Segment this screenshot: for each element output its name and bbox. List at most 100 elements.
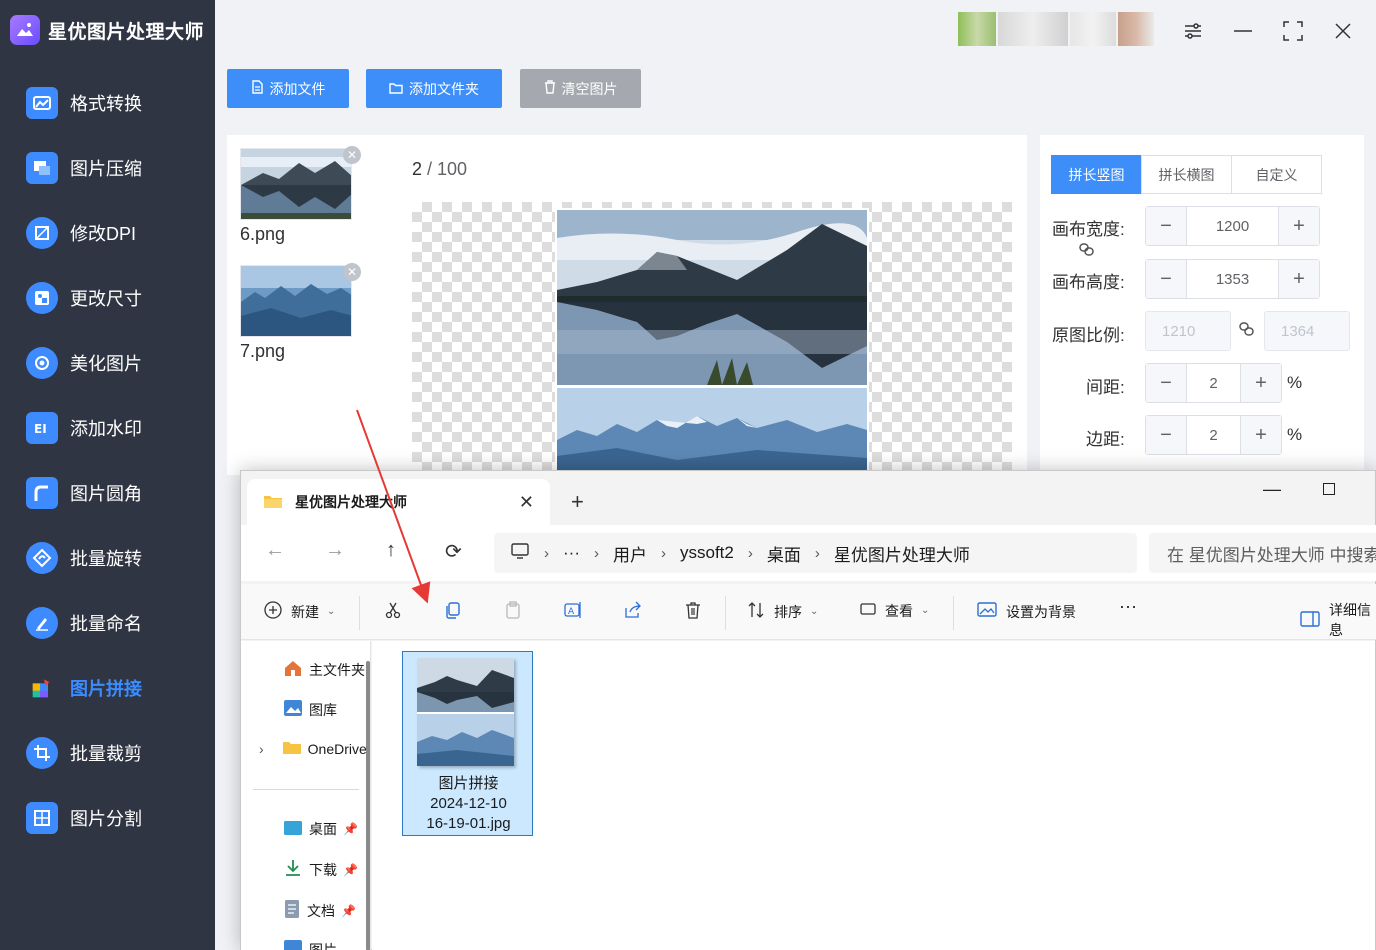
- breadcrumb-item[interactable]: 桌面: [767, 541, 801, 566]
- scrollbar[interactable]: [366, 661, 370, 950]
- remove-image-button[interactable]: ✕: [343, 146, 361, 164]
- forward-icon[interactable]: →: [325, 539, 345, 562]
- nav-item-gallery[interactable]: 图库: [283, 699, 337, 720]
- spacing-value[interactable]: 2: [1186, 364, 1241, 402]
- refresh-icon[interactable]: ⟳: [445, 539, 462, 564]
- view-button[interactable]: 查看 ⌄: [859, 600, 929, 621]
- minimize-icon[interactable]: —: [1263, 479, 1281, 500]
- home-icon: [283, 659, 303, 680]
- nav-item-label: 下载: [309, 861, 337, 878]
- crop-icon: [26, 736, 58, 769]
- pin-icon: 📌: [343, 822, 358, 836]
- page-current: 2: [412, 159, 423, 179]
- tab-horizontal[interactable]: 拼长横图: [1141, 155, 1232, 194]
- sidebar-item-rotate[interactable]: 批量旋转: [0, 525, 215, 590]
- nav-item-documents[interactable]: 文档 📌: [283, 899, 356, 922]
- sidebar-item-compress[interactable]: 图片压缩: [0, 135, 215, 200]
- sidebar-item-label: 图片压缩: [70, 158, 142, 179]
- paste-icon[interactable]: [503, 600, 523, 620]
- decrement-button[interactable]: −: [1146, 207, 1186, 245]
- preview-canvas: [412, 202, 1012, 475]
- canvas-width-stepper[interactable]: − 1200 +: [1145, 206, 1320, 246]
- close-icon[interactable]: [1328, 16, 1358, 46]
- new-button[interactable]: 新建 ⌄: [263, 600, 335, 623]
- nav-item-pictures[interactable]: 图片: [283, 939, 337, 950]
- details-button[interactable]: 详细信息: [1299, 600, 1376, 640]
- ratio-width-field: 1210: [1145, 311, 1231, 351]
- file-thumbnail: [417, 658, 514, 766]
- tab-custom[interactable]: 自定义: [1231, 155, 1322, 194]
- cut-icon[interactable]: [383, 600, 403, 620]
- new-tab-icon[interactable]: +: [571, 489, 584, 515]
- margin-value[interactable]: 2: [1186, 416, 1241, 454]
- decrement-button[interactable]: −: [1146, 416, 1186, 454]
- mode-tabs: 拼长竖图 拼长横图 自定义: [1051, 155, 1322, 194]
- maximize-icon[interactable]: [1323, 483, 1335, 495]
- settings-icon[interactable]: [1178, 16, 1208, 46]
- breadcrumb-item[interactable]: yssoft2: [680, 543, 734, 563]
- sidebar-item-rename[interactable]: 批量命名: [0, 590, 215, 655]
- breadcrumb-item[interactable]: 星优图片处理大师: [834, 541, 970, 566]
- remove-image-button[interactable]: ✕: [343, 263, 361, 281]
- increment-button[interactable]: +: [1279, 260, 1319, 298]
- maximize-icon[interactable]: [1278, 16, 1308, 46]
- minimize-icon[interactable]: [1228, 16, 1258, 46]
- delete-icon[interactable]: [683, 600, 703, 620]
- increment-button[interactable]: +: [1241, 416, 1281, 454]
- file-list: 图片拼接 2024-12-10 16-19-01.jpg: [372, 641, 1375, 950]
- sidebar-item-dpi[interactable]: 修改DPI: [0, 200, 215, 265]
- breadcrumb-more[interactable]: ···: [563, 543, 580, 563]
- sidebar-item-rounded[interactable]: 图片圆角: [0, 460, 215, 525]
- ratio-link-icon[interactable]: [1237, 320, 1257, 345]
- explorer-tab[interactable]: 星优图片处理大师 ✕: [247, 479, 550, 525]
- sidebar-nav: 格式转换 图片压缩 修改DPI 更改尺寸 美化图片 EI 添加水印 图片圆角 批: [0, 70, 215, 850]
- canvas-height-value[interactable]: 1353: [1186, 260, 1279, 298]
- margin-stepper[interactable]: − 2 +: [1145, 415, 1282, 455]
- share-icon[interactable]: [623, 600, 643, 620]
- sort-label: 排序: [774, 603, 802, 620]
- more-options-icon[interactable]: ···: [1119, 596, 1137, 617]
- close-tab-icon[interactable]: ✕: [519, 492, 534, 513]
- canvas-height-stepper[interactable]: − 1353 +: [1145, 259, 1320, 299]
- sidebar-item-split[interactable]: 图片分割: [0, 785, 215, 850]
- increment-button[interactable]: +: [1279, 207, 1319, 245]
- image-thumb[interactable]: ✕ 6.png: [240, 146, 361, 245]
- chevron-right-icon: ›: [544, 544, 549, 562]
- sort-button[interactable]: 排序 ⌄: [746, 600, 818, 623]
- add-folder-button[interactable]: 添加文件夹: [366, 69, 502, 108]
- image-compress-icon: [26, 151, 58, 184]
- sidebar-item-format-convert[interactable]: 格式转换: [0, 70, 215, 135]
- spacing-stepper[interactable]: − 2 +: [1145, 363, 1282, 403]
- decrement-button[interactable]: −: [1146, 364, 1186, 402]
- rename-icon[interactable]: A: [563, 600, 583, 620]
- clear-images-button[interactable]: 清空图片: [520, 69, 641, 108]
- file-name: 图片拼接 2024-12-10 16-19-01.jpg: [403, 774, 534, 834]
- back-icon[interactable]: ←: [265, 539, 285, 562]
- search-input[interactable]: 在 星优图片处理大师 中搜索: [1149, 533, 1376, 573]
- sidebar-item-watermark[interactable]: EI 添加水印: [0, 395, 215, 460]
- sidebar-item-resize[interactable]: 更改尺寸: [0, 265, 215, 330]
- selected-file-item[interactable]: 图片拼接 2024-12-10 16-19-01.jpg: [402, 651, 533, 836]
- image-thumb[interactable]: ✕ 7.png: [240, 263, 361, 362]
- increment-button[interactable]: +: [1241, 364, 1281, 402]
- canvas-width-value[interactable]: 1200: [1186, 207, 1279, 245]
- blurred-user-avatar[interactable]: [958, 12, 1154, 46]
- breadcrumb-item[interactable]: 用户: [613, 541, 647, 566]
- decrement-button[interactable]: −: [1146, 260, 1186, 298]
- add-file-button[interactable]: 添加文件: [227, 69, 349, 108]
- sidebar-item-stitch[interactable]: 图片拼接: [0, 655, 215, 720]
- set-background-button[interactable]: 设置为背景: [976, 600, 1076, 623]
- nav-item-desktop[interactable]: 桌面 📌: [283, 819, 358, 839]
- tab-vertical[interactable]: 拼长竖图: [1051, 155, 1142, 194]
- nav-item-downloads[interactable]: 下载 📌: [283, 859, 358, 880]
- copy-icon[interactable]: [443, 600, 463, 620]
- sidebar-item-label: 图片分割: [70, 808, 142, 829]
- up-icon[interactable]: ↑: [386, 539, 396, 562]
- nav-item-home[interactable]: 主文件夹: [283, 659, 365, 680]
- address-bar[interactable]: › ··· › 用户 › yssoft2 › 桌面 › 星优图片处理大师: [494, 533, 1137, 573]
- nav-item-onedrive[interactable]: › OneDrive: [259, 739, 367, 758]
- link-icon[interactable]: [1077, 239, 1097, 264]
- sidebar-item-crop[interactable]: 批量裁剪: [0, 720, 215, 785]
- sidebar-item-beautify[interactable]: 美化图片: [0, 330, 215, 395]
- sidebar-item-label: 美化图片: [70, 353, 142, 374]
